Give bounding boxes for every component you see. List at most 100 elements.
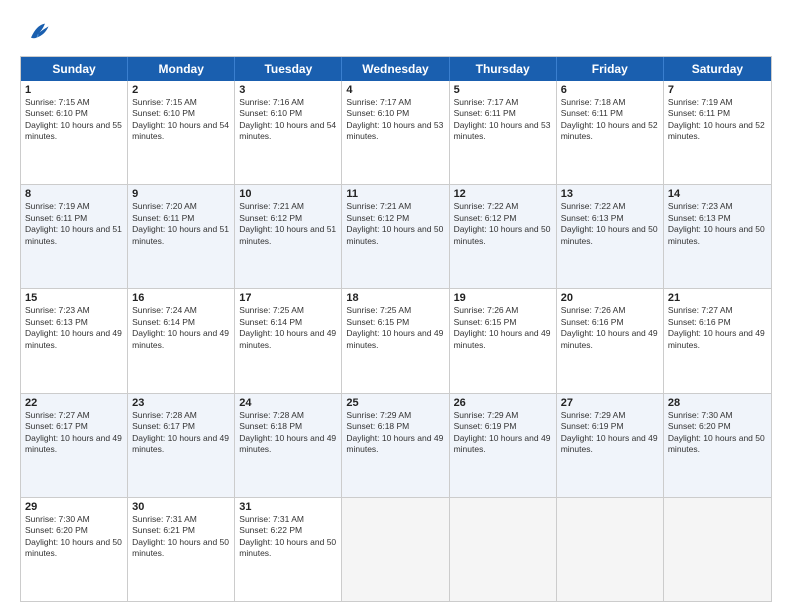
calendar-cell: 22Sunrise: 7:27 AMSunset: 6:17 PMDayligh… [21, 394, 128, 497]
day-number: 5 [454, 84, 552, 96]
day-number: 26 [454, 397, 552, 409]
cell-info: Sunrise: 7:28 AMSunset: 6:18 PMDaylight:… [239, 410, 337, 456]
day-number: 13 [561, 188, 659, 200]
header-day-saturday: Saturday [664, 57, 771, 81]
calendar-cell: 17Sunrise: 7:25 AMSunset: 6:14 PMDayligh… [235, 289, 342, 392]
day-number: 23 [132, 397, 230, 409]
day-number: 1 [25, 84, 123, 96]
day-number: 8 [25, 188, 123, 200]
day-number: 14 [668, 188, 767, 200]
day-number: 18 [346, 292, 444, 304]
day-number: 17 [239, 292, 337, 304]
cell-info: Sunrise: 7:15 AMSunset: 6:10 PMDaylight:… [132, 97, 230, 143]
calendar-cell: 10Sunrise: 7:21 AMSunset: 6:12 PMDayligh… [235, 185, 342, 288]
cell-info: Sunrise: 7:17 AMSunset: 6:10 PMDaylight:… [346, 97, 444, 143]
day-number: 9 [132, 188, 230, 200]
cell-info: Sunrise: 7:26 AMSunset: 6:15 PMDaylight:… [454, 305, 552, 351]
calendar-cell: 14Sunrise: 7:23 AMSunset: 6:13 PMDayligh… [664, 185, 771, 288]
calendar-row-1: 1Sunrise: 7:15 AMSunset: 6:10 PMDaylight… [21, 81, 771, 184]
header-day-friday: Friday [557, 57, 664, 81]
calendar-row-3: 15Sunrise: 7:23 AMSunset: 6:13 PMDayligh… [21, 288, 771, 392]
calendar-cell: 29Sunrise: 7:30 AMSunset: 6:20 PMDayligh… [21, 498, 128, 601]
header-day-tuesday: Tuesday [235, 57, 342, 81]
calendar-cell: 27Sunrise: 7:29 AMSunset: 6:19 PMDayligh… [557, 394, 664, 497]
calendar-cell: 11Sunrise: 7:21 AMSunset: 6:12 PMDayligh… [342, 185, 449, 288]
cell-info: Sunrise: 7:19 AMSunset: 6:11 PMDaylight:… [668, 97, 767, 143]
calendar-row-2: 8Sunrise: 7:19 AMSunset: 6:11 PMDaylight… [21, 184, 771, 288]
calendar-cell: 30Sunrise: 7:31 AMSunset: 6:21 PMDayligh… [128, 498, 235, 601]
calendar-cell: 28Sunrise: 7:30 AMSunset: 6:20 PMDayligh… [664, 394, 771, 497]
day-number: 29 [25, 501, 123, 513]
day-number: 30 [132, 501, 230, 513]
day-number: 3 [239, 84, 337, 96]
calendar-cell: 12Sunrise: 7:22 AMSunset: 6:12 PMDayligh… [450, 185, 557, 288]
cell-info: Sunrise: 7:31 AMSunset: 6:22 PMDaylight:… [239, 514, 337, 560]
day-number: 27 [561, 397, 659, 409]
calendar-row-4: 22Sunrise: 7:27 AMSunset: 6:17 PMDayligh… [21, 393, 771, 497]
cell-info: Sunrise: 7:23 AMSunset: 6:13 PMDaylight:… [668, 201, 767, 247]
header-day-monday: Monday [128, 57, 235, 81]
cell-info: Sunrise: 7:31 AMSunset: 6:21 PMDaylight:… [132, 514, 230, 560]
cell-info: Sunrise: 7:21 AMSunset: 6:12 PMDaylight:… [346, 201, 444, 247]
cell-info: Sunrise: 7:24 AMSunset: 6:14 PMDaylight:… [132, 305, 230, 351]
day-number: 31 [239, 501, 337, 513]
cell-info: Sunrise: 7:23 AMSunset: 6:13 PMDaylight:… [25, 305, 123, 351]
cell-info: Sunrise: 7:19 AMSunset: 6:11 PMDaylight:… [25, 201, 123, 247]
cell-info: Sunrise: 7:27 AMSunset: 6:17 PMDaylight:… [25, 410, 123, 456]
calendar-cell: 7Sunrise: 7:19 AMSunset: 6:11 PMDaylight… [664, 81, 771, 184]
day-number: 6 [561, 84, 659, 96]
cell-info: Sunrise: 7:21 AMSunset: 6:12 PMDaylight:… [239, 201, 337, 247]
cell-info: Sunrise: 7:25 AMSunset: 6:15 PMDaylight:… [346, 305, 444, 351]
calendar-cell: 4Sunrise: 7:17 AMSunset: 6:10 PMDaylight… [342, 81, 449, 184]
calendar-cell: 26Sunrise: 7:29 AMSunset: 6:19 PMDayligh… [450, 394, 557, 497]
calendar-cell: 16Sunrise: 7:24 AMSunset: 6:14 PMDayligh… [128, 289, 235, 392]
header-day-sunday: Sunday [21, 57, 128, 81]
calendar-cell: 20Sunrise: 7:26 AMSunset: 6:16 PMDayligh… [557, 289, 664, 392]
calendar-cell [450, 498, 557, 601]
day-number: 4 [346, 84, 444, 96]
calendar-cell: 21Sunrise: 7:27 AMSunset: 6:16 PMDayligh… [664, 289, 771, 392]
calendar-cell: 19Sunrise: 7:26 AMSunset: 6:15 PMDayligh… [450, 289, 557, 392]
page: SundayMondayTuesdayWednesdayThursdayFrid… [0, 0, 792, 612]
calendar-cell: 31Sunrise: 7:31 AMSunset: 6:22 PMDayligh… [235, 498, 342, 601]
calendar-cell: 6Sunrise: 7:18 AMSunset: 6:11 PMDaylight… [557, 81, 664, 184]
calendar-row-5: 29Sunrise: 7:30 AMSunset: 6:20 PMDayligh… [21, 497, 771, 601]
cell-info: Sunrise: 7:25 AMSunset: 6:14 PMDaylight:… [239, 305, 337, 351]
cell-info: Sunrise: 7:28 AMSunset: 6:17 PMDaylight:… [132, 410, 230, 456]
day-number: 10 [239, 188, 337, 200]
cell-info: Sunrise: 7:15 AMSunset: 6:10 PMDaylight:… [25, 97, 123, 143]
day-number: 28 [668, 397, 767, 409]
header-day-thursday: Thursday [450, 57, 557, 81]
day-number: 21 [668, 292, 767, 304]
day-number: 15 [25, 292, 123, 304]
calendar-cell: 9Sunrise: 7:20 AMSunset: 6:11 PMDaylight… [128, 185, 235, 288]
cell-info: Sunrise: 7:27 AMSunset: 6:16 PMDaylight:… [668, 305, 767, 351]
calendar: SundayMondayTuesdayWednesdayThursdayFrid… [20, 56, 772, 602]
cell-info: Sunrise: 7:30 AMSunset: 6:20 PMDaylight:… [668, 410, 767, 456]
day-number: 16 [132, 292, 230, 304]
day-number: 22 [25, 397, 123, 409]
header-day-wednesday: Wednesday [342, 57, 449, 81]
logo-bird-icon [24, 18, 52, 46]
cell-info: Sunrise: 7:22 AMSunset: 6:12 PMDaylight:… [454, 201, 552, 247]
cell-info: Sunrise: 7:16 AMSunset: 6:10 PMDaylight:… [239, 97, 337, 143]
calendar-cell: 5Sunrise: 7:17 AMSunset: 6:11 PMDaylight… [450, 81, 557, 184]
day-number: 19 [454, 292, 552, 304]
calendar-cell: 13Sunrise: 7:22 AMSunset: 6:13 PMDayligh… [557, 185, 664, 288]
day-number: 24 [239, 397, 337, 409]
day-number: 2 [132, 84, 230, 96]
calendar-cell: 25Sunrise: 7:29 AMSunset: 6:18 PMDayligh… [342, 394, 449, 497]
calendar-cell: 23Sunrise: 7:28 AMSunset: 6:17 PMDayligh… [128, 394, 235, 497]
day-number: 20 [561, 292, 659, 304]
logo [20, 18, 52, 46]
day-number: 12 [454, 188, 552, 200]
day-number: 11 [346, 188, 444, 200]
calendar-cell: 8Sunrise: 7:19 AMSunset: 6:11 PMDaylight… [21, 185, 128, 288]
calendar-cell [664, 498, 771, 601]
calendar-cell: 18Sunrise: 7:25 AMSunset: 6:15 PMDayligh… [342, 289, 449, 392]
cell-info: Sunrise: 7:26 AMSunset: 6:16 PMDaylight:… [561, 305, 659, 351]
calendar-cell: 2Sunrise: 7:15 AMSunset: 6:10 PMDaylight… [128, 81, 235, 184]
calendar-cell [557, 498, 664, 601]
cell-info: Sunrise: 7:18 AMSunset: 6:11 PMDaylight:… [561, 97, 659, 143]
cell-info: Sunrise: 7:20 AMSunset: 6:11 PMDaylight:… [132, 201, 230, 247]
